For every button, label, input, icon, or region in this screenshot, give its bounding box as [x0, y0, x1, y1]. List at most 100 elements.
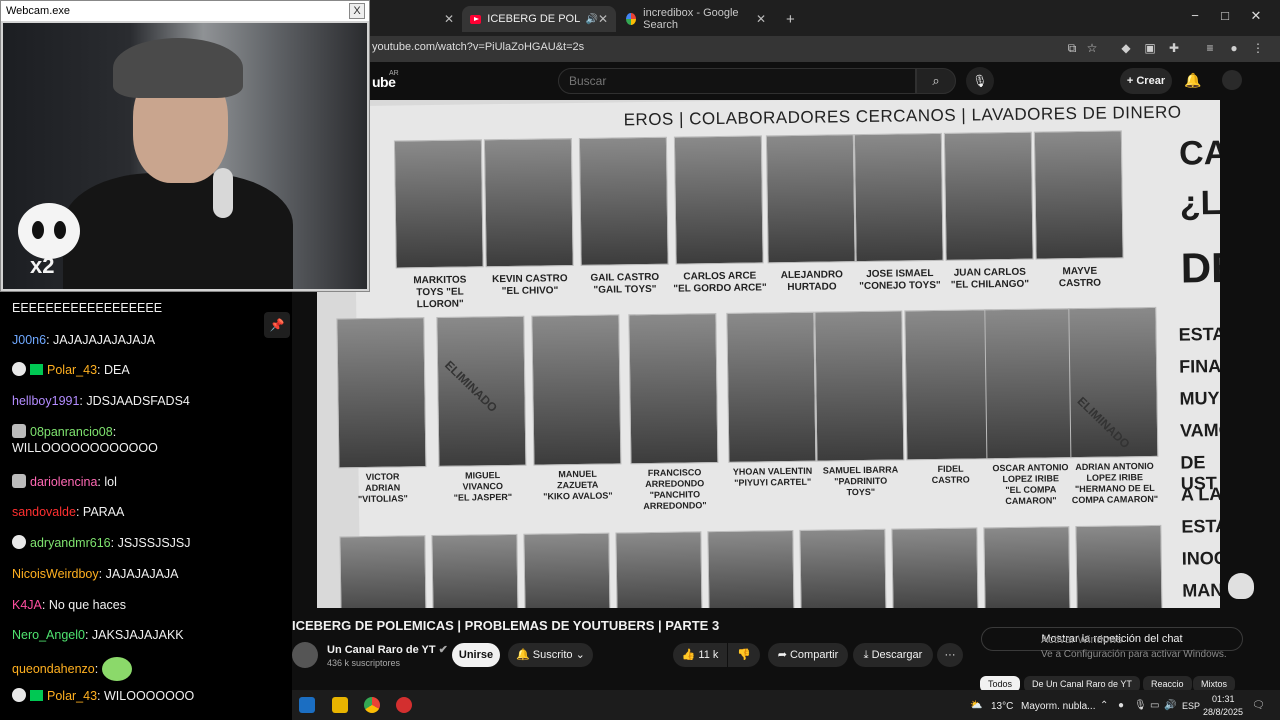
join-button[interactable]: Unirse [452, 643, 500, 667]
search-input[interactable] [558, 68, 916, 94]
google-icon [626, 13, 637, 25]
chat-text: JAKSJAJAJAKK [91, 628, 184, 642]
volume-icon[interactable]: 🔊 [1164, 700, 1176, 711]
chat-colon: : [97, 689, 104, 703]
chat-username[interactable]: Polar_43 [47, 363, 97, 377]
create-button[interactable]: + Crear [1120, 68, 1172, 94]
poster-name-label: FRANCISCO ARREDONDO "PANCHITO ARREDONDO" [643, 467, 707, 512]
weather-temperature[interactable]: 13°C [991, 701, 1013, 712]
close-icon[interactable]: ✕ [444, 12, 454, 26]
poster-photo [431, 533, 519, 608]
poster-side-word: DE [1180, 243, 1220, 292]
network-icon[interactable]: ▭ [1150, 700, 1159, 711]
taskbar [292, 690, 1280, 720]
chat-text: JAJAJAJAJAJAJA [53, 333, 156, 347]
chat-username[interactable]: adryandmr616 [30, 536, 111, 550]
chat-username[interactable]: Polar_43 [47, 689, 97, 703]
channel-avatar[interactable] [292, 642, 318, 668]
new-tab-button[interactable]: + [778, 6, 802, 32]
more-actions-button[interactable]: ··· [937, 643, 963, 667]
webcam-window[interactable]: Webcam.exe X x2 [0, 0, 370, 292]
profile-icon[interactable]: ● [1226, 41, 1242, 55]
webcam-titlebar[interactable]: Webcam.exe X [1, 1, 369, 21]
chat-message: NicoisWeirdboy: JAJAJAJAJA [12, 566, 262, 582]
chat-username[interactable]: K4JA [12, 598, 42, 612]
poster-name-label: YHOAN VALENTIN "PIYUYI CARTEL" [732, 465, 813, 488]
translate-icon[interactable]: ▣ [1142, 41, 1158, 55]
chat-text: EEEEEEEEEEEEEEEEEE [12, 301, 163, 315]
bell-icon[interactable]: 🔔 [1184, 72, 1201, 89]
app-tray-icon[interactable]: ● [1118, 700, 1124, 711]
chat-username[interactable]: dariolencina [30, 475, 97, 489]
weather-icon[interactable]: ⛅ [970, 700, 982, 711]
steam-icon[interactable] [299, 697, 315, 713]
country-code: AR [389, 70, 399, 77]
chat-username[interactable]: J00n6 [12, 333, 46, 347]
notifications-icon[interactable]: 🗨 [1252, 700, 1265, 711]
chat-message: Polar_43: WILOOOOOOO [12, 688, 262, 704]
close-icon[interactable]: ✕ [598, 12, 608, 26]
skull-badge-icon [12, 688, 26, 702]
sub-badge-icon [30, 690, 43, 701]
download-button[interactable]: ⤓ Descargar [853, 643, 933, 667]
chat-username[interactable]: queondahenzo [12, 662, 95, 676]
poster-side-word: CA [1178, 133, 1220, 173]
maximize-button[interactable]: □ [1210, 8, 1240, 23]
chat-username[interactable]: Nero_Angel0 [12, 628, 85, 642]
avatar[interactable] [1222, 70, 1242, 90]
subscribed-button[interactable]: 🔔 Suscrito ⌄ [508, 643, 593, 667]
close-window-button[interactable]: ✕ [1241, 8, 1271, 24]
obs-icon[interactable] [396, 697, 412, 713]
poster-title: EROS | COLABORADORES CERCANOS | LAVADORE… [623, 102, 1182, 130]
poster-photo [1033, 130, 1124, 260]
menu-dots-icon[interactable]: ⋮ [1250, 41, 1266, 55]
tab-google[interactable]: incredibox - Google Search ✕ [618, 6, 774, 32]
subscribed-label: Suscrito [532, 649, 573, 661]
cast-icon[interactable]: ⧉ [1064, 41, 1080, 56]
chat-username[interactable]: 08panrancio08 [30, 425, 113, 439]
chat-username[interactable]: NicoisWeirdboy [12, 567, 99, 581]
webcam-title: Webcam.exe [6, 5, 70, 17]
mic-tray-icon[interactable]: 🎙 [1134, 700, 1147, 711]
chevron-up-icon[interactable]: ⌃ [1100, 700, 1108, 711]
download-icon: ⤓ [863, 649, 872, 661]
chat-username[interactable]: hellboy1991 [12, 394, 79, 408]
clock-time[interactable]: 01:31 [1212, 694, 1235, 704]
bookmark-star-icon[interactable]: ☆ [1084, 41, 1100, 55]
video-player[interactable]: EROS | COLABORADORES CERCANOS | LAVADORE… [317, 100, 1220, 608]
tab-unknown[interactable]: ✕ [372, 6, 462, 32]
poster-photo [707, 529, 795, 608]
chrome-icon[interactable] [364, 697, 380, 713]
file-explorer-icon[interactable] [332, 697, 348, 713]
url-field[interactable]: youtube.com/watch?v=PiUlaZoHGAU&t=2s [372, 41, 584, 53]
thumbs-down-icon: 👎 [737, 649, 751, 661]
poster-name-label: VICTOR ADRIAN "VITOLIAS" [357, 471, 408, 505]
chat-message: Nero_Angel0: JAKSJAJAJAKK [12, 627, 262, 643]
minimize-button[interactable]: − [1180, 8, 1210, 23]
language-indicator[interactable]: ESP [1182, 701, 1200, 711]
clock-date[interactable]: 28/8/2025 [1203, 707, 1243, 717]
like-count: 11 k [698, 649, 719, 661]
webcam-close-button[interactable]: X [349, 3, 365, 19]
streamer-cap [113, 38, 243, 98]
puzzle-icon[interactable]: ✚ [1166, 41, 1182, 55]
dislike-button[interactable]: 👎 [728, 643, 760, 667]
poster-name-label: MIGUEL VIVANCO "EL JASPER" [453, 470, 513, 503]
voice-search-button[interactable]: 🎙 [966, 67, 994, 95]
speaker-icon[interactable]: 🔊 [585, 14, 597, 25]
share-button[interactable]: ➦ Compartir [768, 643, 848, 667]
chat-username[interactable]: sandovalde [12, 505, 76, 519]
poster-side-word: ESTAS [1181, 515, 1220, 537]
search-button[interactable]: ⌕ [916, 68, 956, 94]
tab-youtube[interactable]: ICEBERG DE POLEMICAS | P 🔊 ✕ [462, 6, 616, 32]
media-icon[interactable]: ≡ [1202, 41, 1218, 55]
channel-name[interactable]: Un Canal Raro de YT ✔ [327, 643, 448, 656]
poster-photo [393, 139, 484, 269]
poster-side-word: VAMOS [1179, 419, 1220, 441]
extension-icon[interactable]: ◆ [1118, 41, 1134, 55]
weather-description[interactable]: Mayorm. nubla... [1021, 701, 1095, 712]
pin-icon[interactable]: 📌 [264, 312, 290, 338]
like-button[interactable]: 👍 11 k [673, 643, 727, 667]
close-icon[interactable]: ✕ [756, 12, 766, 26]
poster-name-label: GAIL CASTRO "GAIL TOYS" [590, 271, 660, 296]
